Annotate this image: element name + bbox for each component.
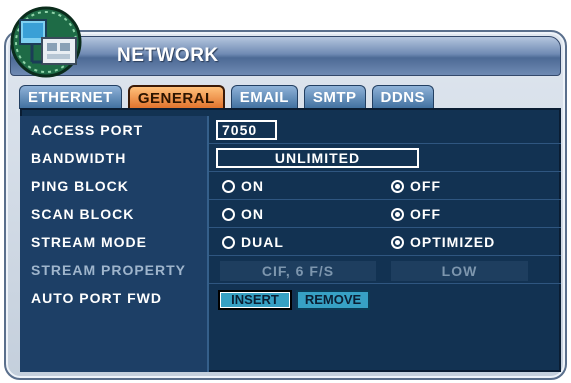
tab-general[interactable]: GENERAL [127,85,225,109]
remove-button[interactable]: REMOVE [296,290,370,310]
stream-mode-dual-label: DUAL [241,234,284,250]
scan-block-off-radio[interactable]: OFF [391,204,441,224]
scan-block-on-label: ON [241,206,264,222]
scan-block-off-label: OFF [410,206,441,222]
ping-block-label: PING BLOCK [20,172,209,200]
ping-block-off-label: OFF [410,178,441,194]
stream-mode-label: STREAM MODE [20,228,209,256]
tab-ethernet[interactable]: ETHERNET [19,85,122,109]
tab-bar: ETHERNET GENERAL EMAIL SMTP DDNS [19,85,435,109]
window-title: NETWORK [117,45,219,66]
radio-checked-icon [391,207,404,221]
tab-smtp[interactable]: SMTP [303,85,366,109]
stream-property-label: STREAM PROPERTY [20,256,209,284]
stream-mode-optimized-radio[interactable]: OPTIMIZED [391,232,495,252]
auto-port-fwd-label: AUTO PORT FWD [20,284,209,372]
radio-checked-icon [391,179,404,193]
radio-unchecked-icon [222,235,235,249]
ping-block-off-radio[interactable]: OFF [391,176,441,196]
access-port-label: ACCESS PORT [20,116,209,144]
scan-block-on-radio[interactable]: ON [222,204,264,224]
stream-mode-dual-radio[interactable]: DUAL [222,232,284,252]
radio-unchecked-icon [222,207,235,221]
insert-button[interactable]: INSERT [218,290,292,310]
access-port-input[interactable]: 7050 [216,120,277,140]
bandwidth-label: BANDWIDTH [20,144,209,172]
ping-block-on-radio[interactable]: ON [222,176,264,196]
ping-block-on-label: ON [241,178,264,194]
radio-checked-icon [391,235,404,249]
stream-property-quality: LOW [391,261,528,281]
tab-email[interactable]: EMAIL [230,85,298,109]
bandwidth-select[interactable]: UNLIMITED [216,148,419,168]
network-computer-icon [10,6,82,78]
tab-ddns[interactable]: DDNS [371,85,435,109]
stream-mode-optimized-label: OPTIMIZED [410,234,496,250]
scan-block-label: SCAN BLOCK [20,200,209,228]
radio-unchecked-icon [222,179,235,193]
stream-property-resolution: CIF, 6 F/S [220,261,376,281]
